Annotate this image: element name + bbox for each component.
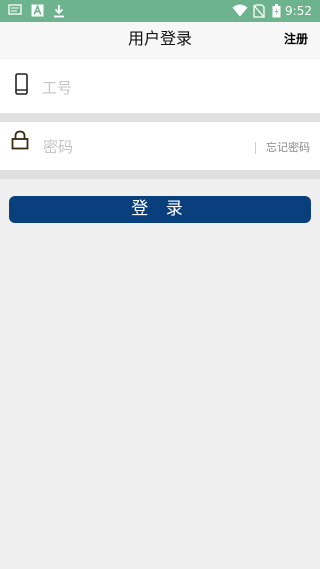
- wifi-icon: [232, 4, 248, 17]
- employee-id-input[interactable]: 工号: [42, 79, 72, 97]
- divider: [0, 170, 320, 179]
- page-title: 用户登录: [127, 29, 192, 48]
- battery-icon: [272, 4, 281, 18]
- header-bar: 用户登录 注册: [0, 22, 320, 58]
- status-bar: 9:52: [0, 0, 320, 22]
- status-time: 9:52: [285, 4, 312, 18]
- employee-id-row[interactable]: 工号: [0, 59, 320, 113]
- password-input[interactable]: 密码: [43, 138, 73, 156]
- message-icon: [8, 4, 22, 15]
- separator-bar: [255, 142, 256, 154]
- password-row[interactable]: 密码 忘记密码: [0, 122, 320, 170]
- forgot-password-link[interactable]: 忘记密码: [266, 141, 310, 155]
- login-button[interactable]: 登 录: [9, 196, 311, 223]
- divider: [0, 113, 320, 122]
- a-icon: [31, 4, 44, 17]
- phone-icon: [15, 73, 28, 95]
- forgot-password-wrap: 忘记密码: [255, 141, 310, 155]
- lock-icon: [11, 130, 29, 150]
- register-button[interactable]: 注册: [284, 31, 308, 47]
- download-icon: [54, 5, 64, 18]
- no-sim-icon: [253, 4, 265, 18]
